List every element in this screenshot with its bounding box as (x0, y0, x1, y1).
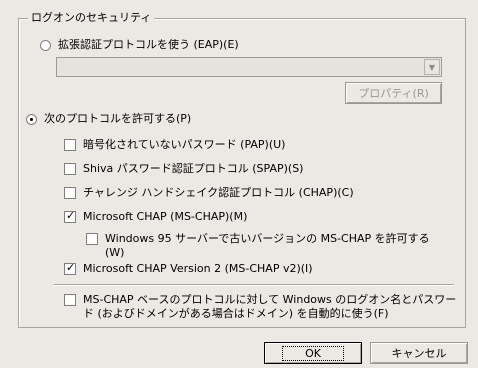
win95-mschap-label: Windows 95 サーバーで古いバージョンの MS-CHAP を許可する (… (105, 232, 430, 260)
mschapv2-label: Microsoft CHAP Version 2 (MS-CHAP v2)(I) (83, 262, 313, 275)
auto-logon-label-line1: MS-CHAP ベースのプロトコルに対して Windows のログオン名とパスワ… (83, 293, 457, 306)
chevron-down-icon: ▼ (424, 59, 440, 75)
spap-label: Shiva パスワード認証プロトコル (SPAP)(S) (83, 162, 304, 175)
ok-button[interactable]: OK (264, 342, 362, 364)
pap-checkbox-option[interactable]: 暗号化されていないパスワード (PAP)(U) (64, 138, 285, 152)
cancel-button-label: キャンセル (391, 347, 447, 360)
separator (54, 284, 454, 286)
group-title: ログオンのセキュリティ (28, 11, 155, 25)
eap-radio-label: 拡張認証プロトコルを使う (EAP)(E) (58, 38, 239, 51)
auto-logon-checkbox-option[interactable]: MS-CHAP ベースのプロトコルに対して Windows のログオン名とパスワ… (64, 293, 456, 321)
win95-mschap-checkbox[interactable] (86, 233, 98, 245)
pap-checkbox[interactable] (64, 139, 76, 151)
eap-radio-button[interactable] (40, 40, 51, 51)
chap-label: チャレンジ ハンドシェイク認証プロトコル (CHAP)(C) (83, 186, 354, 199)
auto-logon-label-line2: ド (およびドメインがある場合はドメイン) を自動的に使う(F) (83, 307, 389, 320)
win95-label-line2: (W) (105, 246, 125, 259)
spap-checkbox[interactable] (64, 163, 76, 175)
properties-button-label: プロパティ(R) (358, 87, 429, 100)
allow-protocols-radio-button[interactable] (26, 114, 37, 125)
mschapv2-checkbox[interactable] (64, 261, 76, 275)
mschap-checkbox-option[interactable]: Microsoft CHAP (MS-CHAP)(M) (64, 209, 248, 224)
chap-checkbox[interactable] (64, 187, 76, 199)
allow-protocols-radio-label: 次のプロトコルを許可する(P) (44, 112, 192, 125)
properties-button: プロパティ(R) (345, 82, 442, 104)
win95-label-line1: Windows 95 サーバーで古いバージョンの MS-CHAP を許可する (105, 232, 430, 245)
mschap-label: Microsoft CHAP (MS-CHAP)(M) (83, 210, 248, 223)
eap-type-combo: ▼ (56, 57, 442, 77)
win95-mschap-checkbox-option[interactable]: Windows 95 サーバーで古いバージョンの MS-CHAP を許可する (… (86, 232, 430, 260)
auto-logon-checkbox[interactable] (64, 294, 76, 306)
ok-button-label: OK (282, 345, 344, 361)
spap-checkbox-option[interactable]: Shiva パスワード認証プロトコル (SPAP)(S) (64, 162, 303, 176)
mschap-checkbox[interactable] (64, 209, 76, 223)
eap-radio-option[interactable]: 拡張認証プロトコルを使う (EAP)(E) (40, 38, 239, 52)
auto-logon-label: MS-CHAP ベースのプロトコルに対して Windows のログオン名とパスワ… (83, 293, 456, 321)
cancel-button[interactable]: キャンセル (370, 342, 468, 364)
chap-checkbox-option[interactable]: チャレンジ ハンドシェイク認証プロトコル (CHAP)(C) (64, 186, 354, 200)
allow-protocols-radio-option[interactable]: 次のプロトコルを許可する(P) (26, 112, 191, 126)
pap-label: 暗号化されていないパスワード (PAP)(U) (83, 138, 286, 151)
mschapv2-checkbox-option[interactable]: Microsoft CHAP Version 2 (MS-CHAP v2)(I) (64, 261, 313, 276)
